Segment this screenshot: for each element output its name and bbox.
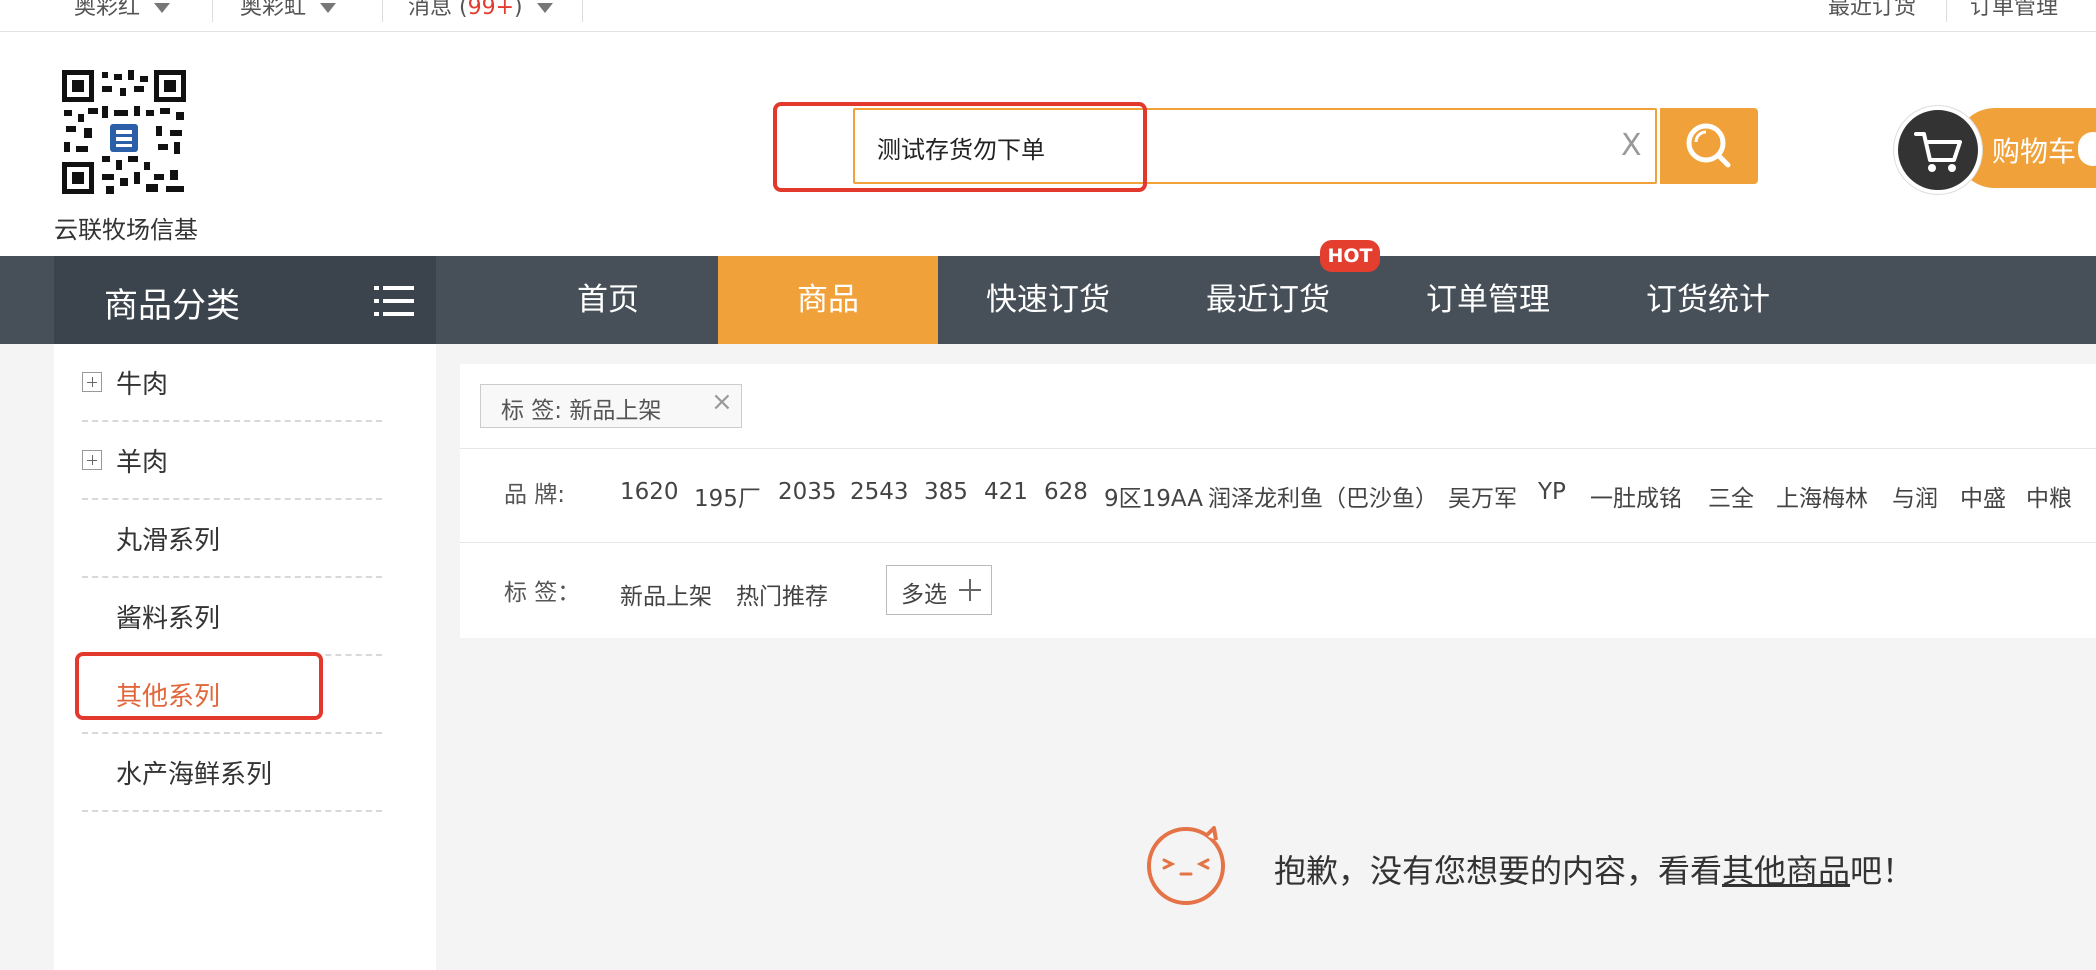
cart-label: 购物车 — [1992, 135, 2077, 168]
chevron-down-icon — [320, 3, 337, 13]
menu-list-icon — [374, 286, 414, 316]
divider — [1946, 0, 1947, 22]
category-highlight-annotation — [75, 652, 323, 720]
category-header[interactable]: 商品分类 — [54, 256, 436, 344]
divider — [212, 0, 213, 22]
divider — [582, 0, 583, 22]
category-beef[interactable]: 牛肉 — [82, 344, 382, 422]
nav-order-stats[interactable]: 订货统计 — [1626, 256, 1790, 344]
category-meatball-series[interactable]: 丸滑系列 — [82, 500, 382, 578]
brand-option[interactable]: 润泽龙利鱼（巴沙鱼） — [1208, 479, 1438, 513]
search-button[interactable] — [1660, 108, 1758, 184]
multi-select-button[interactable]: 多选 — [886, 565, 992, 615]
brand-option[interactable]: 吴万军 — [1448, 479, 1517, 513]
main-nav: 商品分类 首页 商品 快速订货 最近订货 订单管理 订货统计 — [0, 256, 2096, 344]
topbar-messages[interactable]: 消息 (99+) — [408, 0, 553, 21]
topbar-order-manage[interactable]: 订单管理 — [1970, 0, 2058, 21]
search-highlight-annotation — [773, 102, 1147, 192]
expand-plus-icon[interactable] — [82, 372, 102, 392]
hot-badge: HOT — [1320, 240, 1380, 272]
category-lamb[interactable]: 羊肉 — [82, 422, 382, 500]
topbar-item-2[interactable]: 奥彩虹 — [240, 0, 337, 21]
store-name: 云联牧场信基 — [54, 216, 198, 244]
empty-result-message: 抱歉，没有您想要的内容，看看其他商品吧！ — [1274, 852, 1915, 890]
divider — [382, 0, 383, 22]
nav-products[interactable]: 商品 — [718, 256, 938, 344]
cart-icon[interactable] — [1894, 106, 1982, 194]
brand-option[interactable]: 195厂 — [694, 479, 761, 513]
brand-option[interactable]: 三全 — [1708, 479, 1754, 513]
nav-quick-order[interactable]: 快速订货 — [966, 256, 1130, 344]
chevron-down-icon — [536, 3, 553, 13]
tag-option-hot[interactable]: 热门推荐 — [736, 577, 828, 611]
chevron-down-icon — [154, 3, 171, 13]
nav-order-manage[interactable]: 订单管理 — [1406, 256, 1570, 344]
brand-option[interactable]: 385 — [924, 479, 968, 505]
brand-option[interactable]: 9区19AA — [1104, 479, 1203, 513]
brand-option[interactable]: 与润 — [1892, 479, 1938, 513]
filter-panel: 标 签: 新品上架 × 品 牌: 1620 195厂 2035 2543 385… — [460, 364, 2096, 638]
brand-option[interactable]: 421 — [984, 479, 1028, 505]
brand-option[interactable]: 一肚成铭 — [1590, 479, 1682, 513]
tag-filter-row: 标 签： 新品上架 热门推荐 多选 — [460, 542, 2096, 639]
brand-option[interactable]: 1620 — [620, 479, 679, 505]
tag-option-new[interactable]: 新品上架 — [620, 577, 712, 611]
remove-filter-icon[interactable]: × — [711, 387, 733, 417]
category-sauce-series[interactable]: 酱料系列 — [82, 578, 382, 656]
brand-option[interactable]: YP — [1538, 479, 1566, 505]
other-products-link[interactable]: 其他商品 — [1722, 852, 1850, 890]
brand-label: 品 牌: — [504, 482, 566, 508]
top-utility-bar: 奥彩红 奥彩虹 消息 (99+) 最近订货 订单管理 — [0, 0, 2096, 32]
search-icon — [1686, 123, 1731, 168]
active-filter-label: 标 签: 新品上架 — [501, 398, 662, 424]
active-filter-chip: 标 签: 新品上架 × — [480, 384, 742, 428]
nav-home[interactable]: 首页 — [546, 256, 670, 344]
brand-option[interactable]: 中盛 — [1960, 479, 2006, 513]
brand-filter-row: 品 牌: 1620 195厂 2035 2543 385 421 628 9区1… — [460, 448, 2096, 541]
category-title: 商品分类 — [104, 286, 240, 326]
brand-option[interactable]: 2543 — [850, 479, 909, 505]
brand-option[interactable]: 2035 — [778, 479, 837, 505]
sad-face-icon — [1147, 826, 1225, 905]
topbar-item-1[interactable]: 奥彩红 — [74, 0, 171, 21]
tag-label: 标 签： — [504, 580, 581, 606]
expand-plus-icon[interactable] — [82, 450, 102, 470]
clear-search-icon[interactable]: X — [1621, 128, 1642, 163]
plus-icon — [969, 579, 971, 601]
message-count: 99+ — [467, 0, 515, 20]
brand-option[interactable]: 628 — [1044, 479, 1088, 505]
category-seafood-series[interactable]: 水产海鲜系列 — [82, 734, 382, 812]
brand-option[interactable]: 上海梅林 — [1776, 479, 1868, 513]
topbar-recent-orders[interactable]: 最近订货 — [1828, 0, 1916, 21]
qr-code-icon — [62, 70, 186, 194]
brand-option[interactable]: 中粮 — [2026, 479, 2072, 513]
